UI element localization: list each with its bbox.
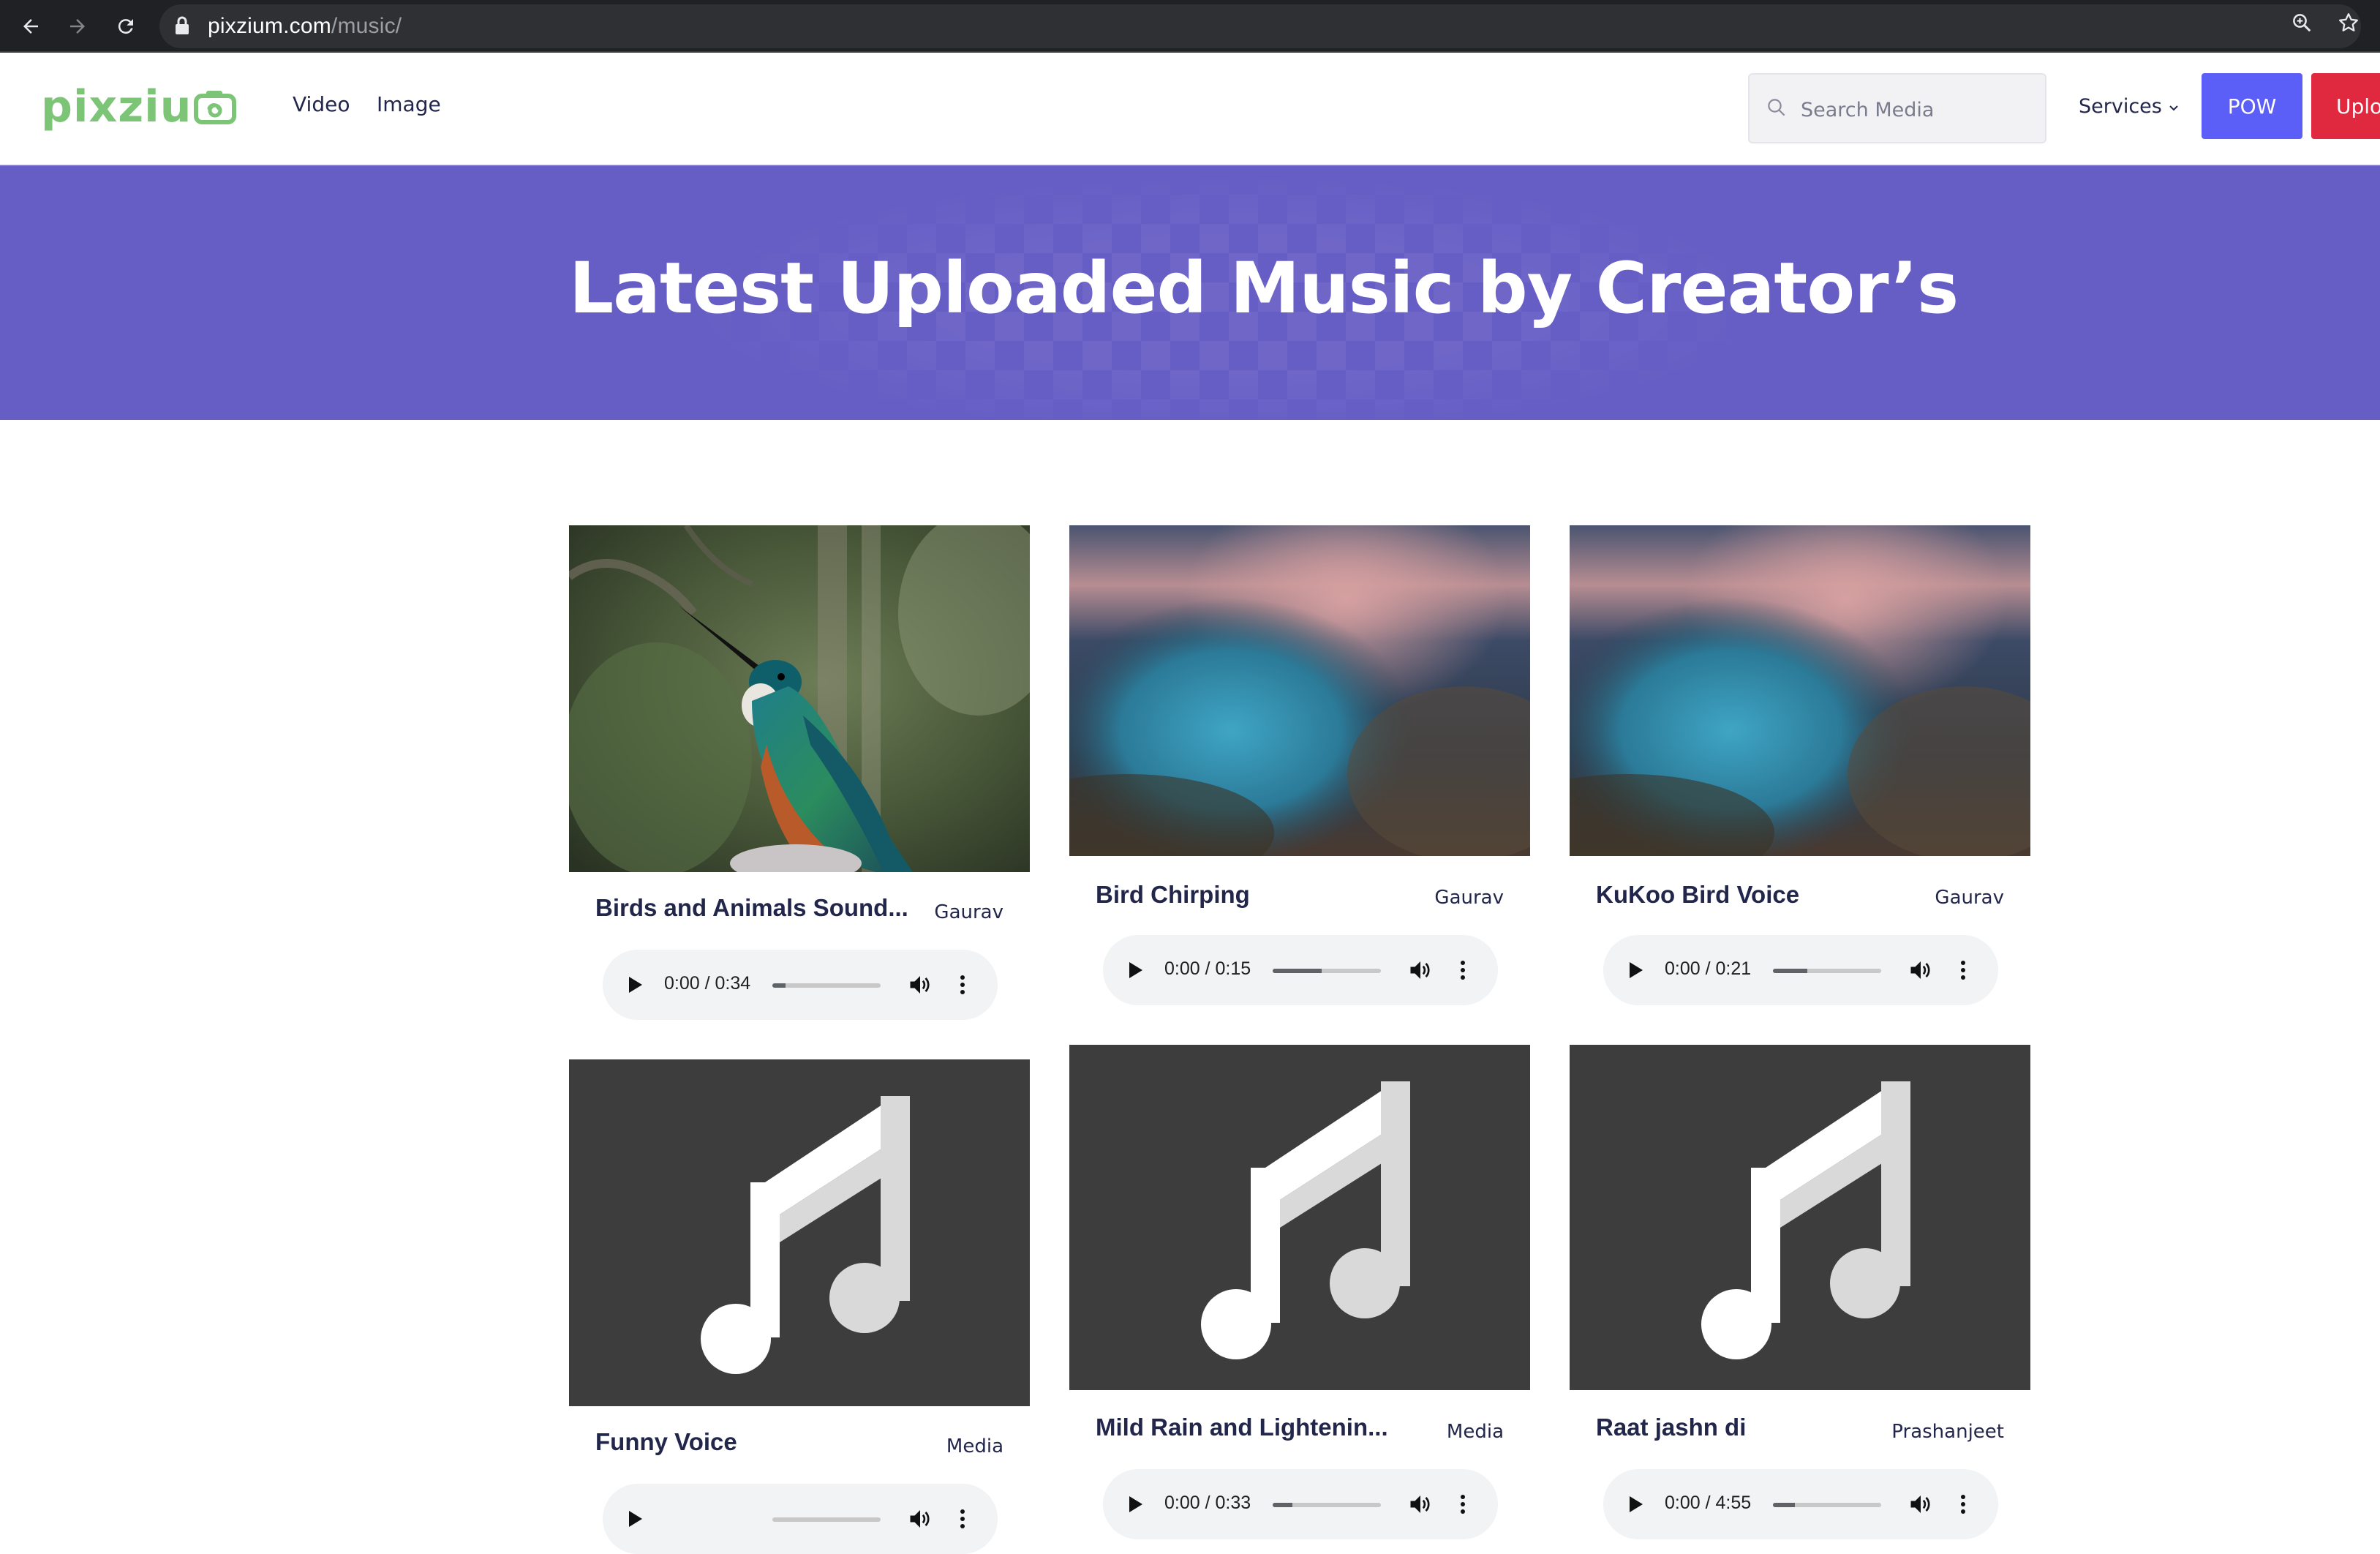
seek-bar[interactable]: [1273, 969, 1381, 973]
audio-player[interactable]: 0:00 / 0:33: [1103, 1469, 1498, 1539]
track-author[interactable]: Gaurav: [1434, 887, 1504, 909]
search-icon: [1766, 97, 1788, 122]
more-options-icon[interactable]: [958, 972, 967, 1002]
zoom-icon[interactable]: [2286, 7, 2317, 38]
blurred-landscape-thumbnail[interactable]: [1069, 525, 1530, 856]
track-title[interactable]: Raat jashn di: [1596, 1414, 1912, 1441]
forward-arrow-icon[interactable]: [60, 9, 95, 44]
play-icon[interactable]: [1627, 960, 1644, 984]
more-options-icon[interactable]: [1458, 957, 1467, 987]
audio-player[interactable]: 0:00 / 0:15: [1103, 935, 1498, 1005]
track-author[interactable]: Prashanjeet: [1891, 1421, 2004, 1443]
chevron-down-icon: [2168, 95, 2180, 118]
search-box[interactable]: [1748, 73, 2046, 143]
more-options-icon[interactable]: [1959, 957, 1967, 987]
music-note-thumbnail[interactable]: [1570, 1045, 2030, 1390]
play-icon[interactable]: [626, 975, 644, 999]
music-note-icon: [701, 1096, 910, 1374]
back-arrow-icon[interactable]: [13, 9, 48, 44]
hummingbird-thumbnail[interactable]: [569, 525, 1030, 872]
more-options-icon[interactable]: [1458, 1491, 1467, 1521]
track-author[interactable]: Media: [1447, 1421, 1504, 1443]
pow-button[interactable]: POW: [2202, 73, 2302, 139]
audio-player[interactable]: 0:00 / 4:55: [1603, 1469, 1998, 1539]
volume-icon[interactable]: [907, 972, 933, 1002]
seek-bar[interactable]: [1773, 969, 1881, 973]
time-display: 0:00 / 0:33: [1164, 1493, 1251, 1513]
upload-button[interactable]: Uplo: [2311, 73, 2380, 139]
track-title[interactable]: KuKoo Bird Voice: [1596, 881, 1912, 909]
more-options-icon[interactable]: [958, 1506, 967, 1536]
services-dropdown[interactable]: Services: [2079, 95, 2180, 118]
volume-icon[interactable]: [1407, 1491, 1434, 1521]
hero-banner: Latest Uploaded Music by Creator’s: [0, 165, 2380, 420]
play-icon[interactable]: [1126, 1494, 1144, 1518]
buffered-progress: [772, 983, 786, 988]
browser-toolbar: pixzium.com/music/: [0, 0, 2380, 53]
track-title[interactable]: Funny Voice: [595, 1428, 911, 1456]
volume-icon[interactable]: [907, 1506, 933, 1536]
buffered-progress: [1773, 969, 1808, 973]
track-author[interactable]: Gaurav: [1935, 887, 2004, 909]
time-display: 0:00 / 0:21: [1665, 958, 1752, 979]
nav-image[interactable]: Image: [377, 92, 441, 116]
buffered-progress: [1273, 969, 1322, 973]
reload-icon[interactable]: [108, 9, 143, 44]
seek-bar[interactable]: [772, 1517, 881, 1522]
nav-video[interactable]: Video: [293, 92, 350, 116]
bookmark-star-icon[interactable]: [2333, 7, 2364, 38]
track-author[interactable]: Gaurav: [934, 901, 1003, 923]
time-display: 0:00 / 0:34: [664, 973, 751, 994]
play-icon[interactable]: [1126, 960, 1144, 984]
buffered-progress: [1773, 1503, 1795, 1507]
blurred-landscape-thumbnail[interactable]: [1570, 525, 2030, 856]
search-input[interactable]: [1801, 95, 2035, 124]
audio-player[interactable]: [603, 1484, 998, 1554]
services-label: Services: [2079, 95, 2162, 118]
page-title: Latest Uploaded Music by Creator’s: [569, 247, 1959, 329]
address-bar[interactable]: pixzium.com/music/: [159, 4, 2361, 48]
more-options-icon[interactable]: [1959, 1491, 1967, 1521]
play-icon[interactable]: [626, 1509, 644, 1533]
seek-bar[interactable]: [1273, 1503, 1381, 1507]
pixzium-logo[interactable]: pixziu: [41, 78, 237, 136]
time-display: 0:00 / 0:15: [1164, 958, 1251, 979]
audio-player[interactable]: 0:00 / 0:21: [1603, 935, 1998, 1005]
volume-icon[interactable]: [1908, 957, 1934, 987]
logo-camera-icon: [194, 91, 237, 124]
track-title[interactable]: Birds and Animals Sound...: [595, 894, 911, 922]
seek-bar[interactable]: [1773, 1503, 1881, 1507]
site-header: pixziu Video Image Services POW Uplo: [0, 53, 2380, 165]
track-title[interactable]: Mild Rain and Lightenin...: [1096, 1414, 1412, 1441]
buffered-progress: [1273, 1503, 1292, 1507]
play-icon[interactable]: [1627, 1494, 1644, 1518]
volume-icon[interactable]: [1407, 957, 1434, 987]
time-display: 0:00 / 4:55: [1665, 1493, 1752, 1513]
track-title[interactable]: Bird Chirping: [1096, 881, 1412, 909]
audio-player[interactable]: 0:00 / 0:34: [603, 950, 998, 1020]
track-author[interactable]: Media: [946, 1435, 1003, 1457]
seek-bar[interactable]: [772, 983, 881, 988]
music-note-thumbnail[interactable]: [569, 1059, 1030, 1406]
music-note-icon: [1701, 1081, 1910, 1359]
url-text: pixzium.com/music/: [208, 14, 402, 38]
music-note-icon: [1201, 1081, 1410, 1359]
lock-icon: [174, 16, 190, 39]
volume-icon[interactable]: [1908, 1491, 1934, 1521]
music-note-thumbnail[interactable]: [1069, 1045, 1530, 1390]
